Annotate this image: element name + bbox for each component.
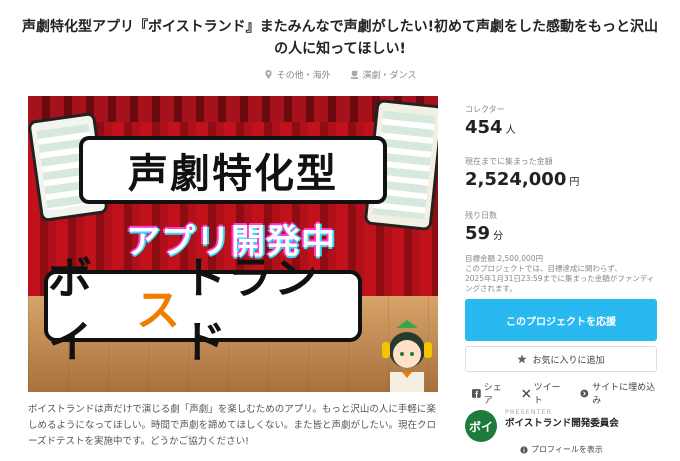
raised-label: 現在までに集まった金額 xyxy=(465,157,553,166)
collectors-unit: 人 xyxy=(505,125,516,136)
mascot-character xyxy=(382,320,432,392)
days-label: 残り日数 xyxy=(465,211,497,220)
collectors-label: コレクター xyxy=(465,105,505,114)
stats-panel: コレクター 454 人 現在までに集まった金額 2,524,000 円 残り日数 5… xyxy=(465,104,660,294)
location-label: その他・海外 xyxy=(276,71,331,81)
x-icon xyxy=(522,389,531,397)
share-row: シェア ツイート サイトに埋め込み xyxy=(472,380,662,406)
hero-headline: 声劇特化型 xyxy=(83,140,383,200)
embed-label: サイトに埋め込み xyxy=(592,383,656,406)
embed-link[interactable]: サイトに埋め込み xyxy=(580,380,662,406)
voiceland-logo: ボイストランド xyxy=(48,253,358,368)
project-title: 声劇特化型アプリ『ボイストランド』またみんなで声劇がしたい!初めて声劇をした感動… xyxy=(22,19,658,57)
facebook-share-link[interactable]: シェア xyxy=(472,380,510,406)
facebook-icon xyxy=(472,388,481,398)
presenter-avatar[interactable]: ボイ xyxy=(465,410,497,442)
favorite-button[interactable]: お気に入りに追加 xyxy=(465,346,657,372)
project-description: ボイストランドは声だけで演じる劇「声劇」を楽しむためのアプリ。もっと沢山の人に手… xyxy=(28,404,437,447)
star-icon xyxy=(517,354,528,364)
raised-unit: 円 xyxy=(569,177,580,188)
back-project-button[interactable]: このプロジェクトを応援 xyxy=(465,299,657,341)
embed-icon xyxy=(580,389,589,397)
collectors-value: 454 xyxy=(465,117,503,138)
category-label: 演劇・ダンス xyxy=(362,71,417,81)
location-tag[interactable]: その他・海外 xyxy=(264,68,331,81)
tweet-label: ツイート xyxy=(533,383,561,406)
funding-note-line2: 2025年1月31日23:59までに集まった金額がファンディングされます。 xyxy=(465,274,655,293)
info-circle-icon xyxy=(520,445,528,454)
collectors-stat: コレクター 454 人 xyxy=(465,104,660,146)
days-value: 59 xyxy=(465,223,491,244)
days-stat: 残り日数 59 分 xyxy=(465,210,660,254)
favorite-label: お気に入りに追加 xyxy=(532,355,605,366)
presenter-card: ボイ PRESENTER ボイストランド開発委員会 プロフィールを表示 xyxy=(465,408,660,456)
logo-text-part1: ボイ xyxy=(48,253,94,368)
funding-note-line1: このプロジェクトでは、目標達成に関わらず、 xyxy=(465,264,622,273)
logo-text-part2: ス xyxy=(136,285,182,336)
goal-amount: 目標金額 2,500,000円 xyxy=(465,254,544,263)
tweet-link[interactable]: ツイート xyxy=(522,380,569,406)
theater-icon xyxy=(350,70,358,79)
raised-stat: 現在までに集まった金額 2,524,000 円 xyxy=(465,146,660,210)
project-hero-image[interactable]: 声劇特化型 アプリ開発中 ボイストランド xyxy=(28,96,438,392)
presenter-name[interactable]: ボイストランド開発委員会 xyxy=(505,418,655,430)
profile-link[interactable]: プロフィールを表示 xyxy=(520,444,603,455)
category-tag[interactable]: 演劇・ダンス xyxy=(350,68,417,81)
location-pin-icon xyxy=(264,70,272,79)
project-meta: その他・海外 演劇・ダンス xyxy=(0,68,680,82)
days-unit: 分 xyxy=(493,231,504,242)
logo-text-part3: トランド xyxy=(182,253,320,368)
raised-value: 2,524,000 xyxy=(465,169,567,190)
presenter-label: PRESENTER xyxy=(505,408,553,416)
profile-link-label: プロフィールを表示 xyxy=(531,445,603,454)
share-label: シェア xyxy=(483,383,502,406)
